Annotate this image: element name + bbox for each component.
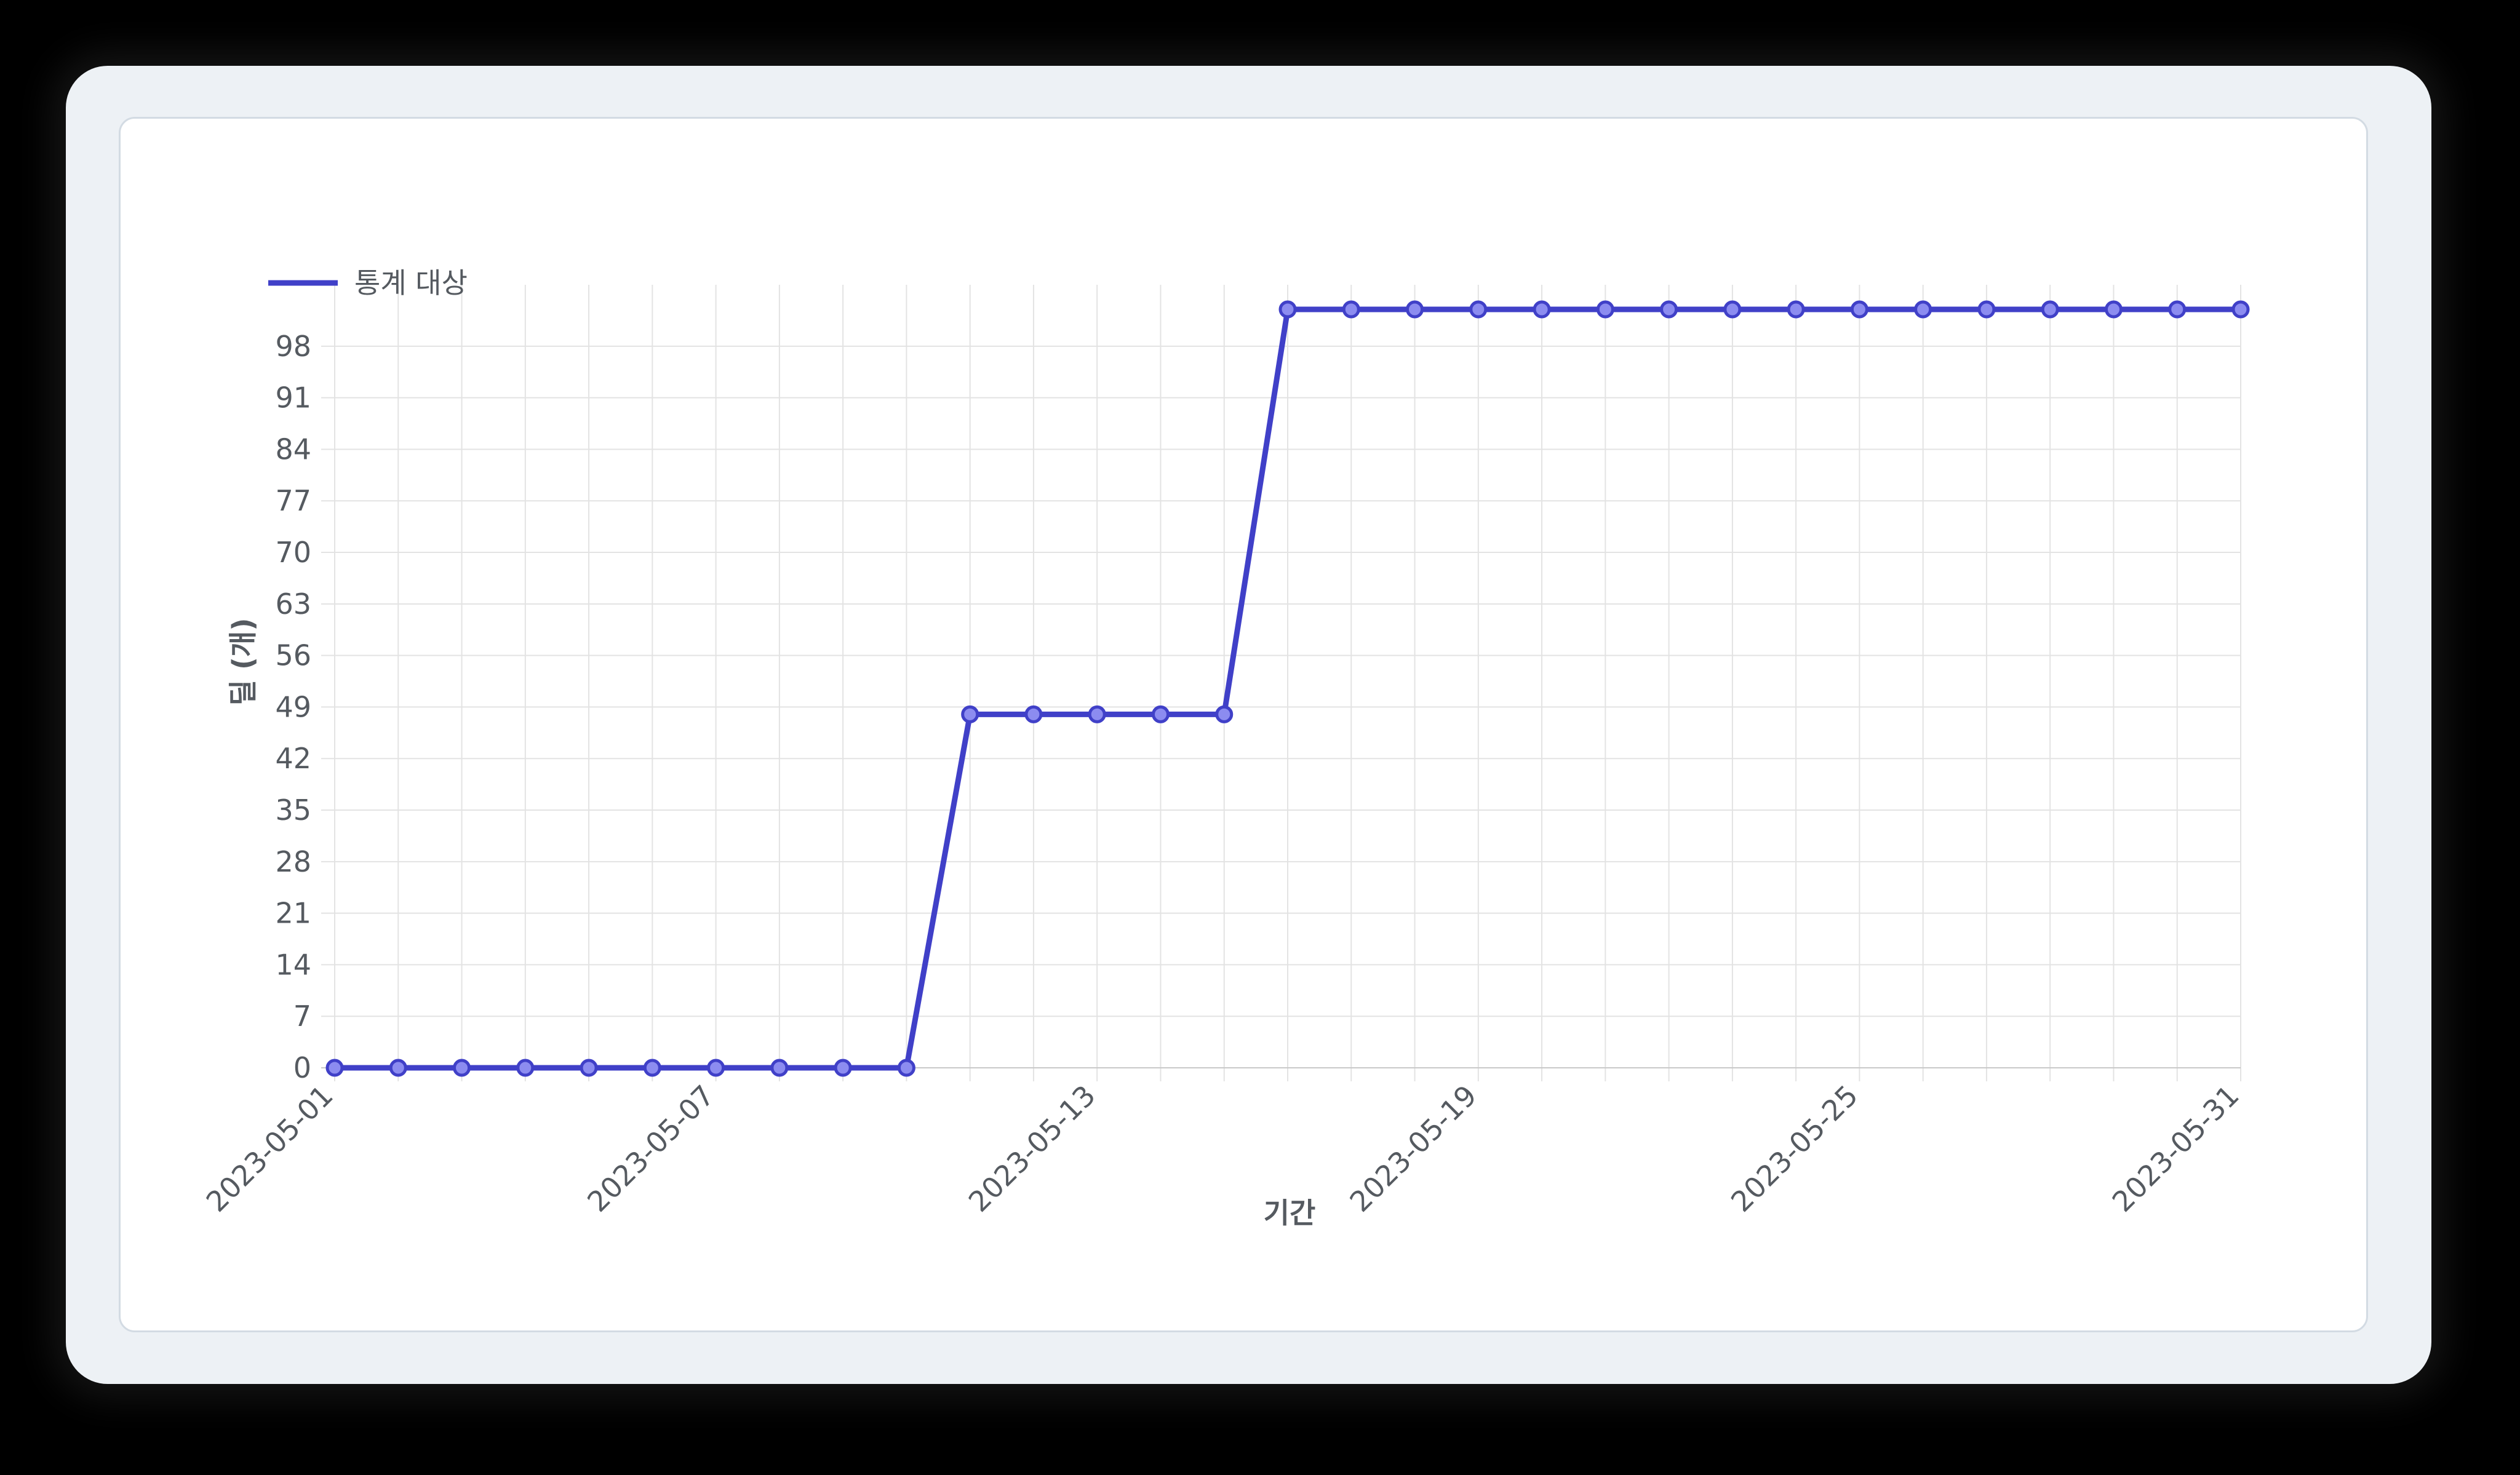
y-tick-label: 84	[275, 432, 311, 466]
y-tick-label: 0	[293, 1051, 311, 1084]
y-tick-label: 56	[275, 639, 311, 672]
data-point[interactable]	[389, 1059, 407, 1077]
x-axis-ticks: 2023-05-01 2023-05-07 2023-05-13 2023-05-19…	[200, 1079, 2246, 1219]
data-point[interactable]	[325, 1059, 344, 1077]
data-point[interactable]	[1660, 300, 1678, 319]
data-point[interactable]	[897, 1059, 915, 1077]
x-tick-label: 2023-05-25	[1725, 1079, 1864, 1219]
y-tick-label: 98	[275, 330, 311, 363]
data-point[interactable]	[1024, 705, 1043, 723]
data-point[interactable]	[1533, 300, 1551, 319]
y-axis-ticks: 0 7 14 21 28 35 42 49 56 63 70 77 84 91 98	[275, 330, 311, 1084]
data-point[interactable]	[643, 1059, 661, 1077]
window-frame: 0 7 14 21 28 35 42 49 56 63 70 77 84 91 98 2023-05-01 2…	[66, 66, 2431, 1384]
y-tick-label: 28	[275, 845, 311, 878]
y-tick-label: 7	[293, 1000, 311, 1033]
line-chart: 0714212835424956637077849198 2023-05-01 2…	[200, 266, 2250, 1230]
y-tick-label: 70	[275, 536, 311, 569]
data-point[interactable]	[1850, 300, 1868, 319]
y-tick-label: 77	[275, 484, 311, 517]
data-point[interactable]	[1977, 300, 1996, 319]
data-point[interactable]	[2041, 300, 2059, 319]
data-point[interactable]	[961, 705, 979, 723]
data-point[interactable]	[2231, 300, 2250, 319]
x-axis-title: 기간	[1264, 1196, 1316, 1230]
x-tick-label: 2023-05-19	[1343, 1079, 1483, 1219]
data-point[interactable]	[1088, 705, 1106, 723]
data-point[interactable]	[707, 1059, 725, 1077]
data-point[interactable]	[1215, 705, 1234, 723]
x-tick-label: 2023-05-07	[581, 1079, 720, 1219]
y-tick-label: 91	[275, 381, 311, 415]
y-tick-label: 49	[275, 690, 311, 723]
data-point[interactable]	[453, 1059, 471, 1077]
y-axis-title: 딜 (개)	[226, 618, 260, 706]
y-tick-label: 42	[275, 742, 311, 775]
data-point[interactable]	[1278, 300, 1297, 319]
data-point[interactable]	[1787, 300, 1805, 319]
data-point[interactable]	[1596, 300, 1614, 319]
y-tick-label: 63	[275, 587, 311, 621]
y-tick-label: 14	[275, 948, 311, 981]
grid	[321, 285, 2241, 1081]
chart-card: 0 7 14 21 28 35 42 49 56 63 70 77 84 91 98 2023-05-01 2…	[119, 117, 2368, 1332]
data-point[interactable]	[2168, 300, 2187, 319]
data-point[interactable]	[834, 1059, 852, 1077]
data-point[interactable]	[580, 1059, 598, 1077]
legend[interactable]: 통계 대상	[268, 266, 468, 300]
data-point[interactable]	[1342, 300, 1360, 319]
data-point[interactable]	[2104, 300, 2123, 319]
y-tick-label: 35	[275, 793, 311, 827]
data-point[interactable]	[1469, 300, 1488, 319]
data-point[interactable]	[516, 1059, 535, 1077]
y-tick-label: 21	[275, 897, 311, 930]
data-point[interactable]	[1406, 300, 1424, 319]
data-point[interactable]	[1914, 300, 1932, 319]
legend-label: 통계 대상	[354, 266, 468, 300]
data-point[interactable]	[1723, 300, 1742, 319]
x-tick-label: 2023-05-01	[200, 1079, 340, 1219]
data-point[interactable]	[1151, 705, 1170, 723]
data-point[interactable]	[770, 1059, 789, 1077]
x-tick-label: 2023-05-13	[962, 1079, 1102, 1219]
x-tick-label: 2023-05-31	[2106, 1079, 2246, 1219]
